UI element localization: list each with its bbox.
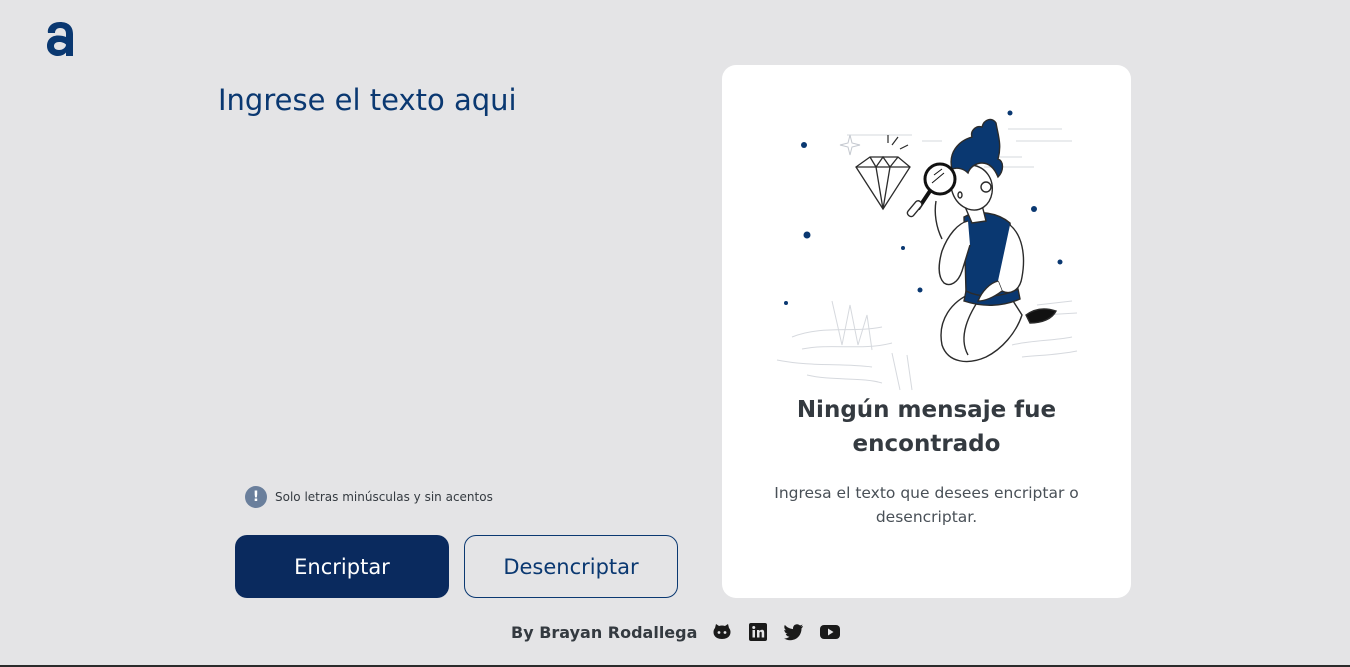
output-panel: Ningún mensaje fue encontrado Ingresa el…	[722, 65, 1131, 598]
input-hint: ! Solo letras minúsculas y sin acentos	[245, 486, 493, 508]
message-input[interactable]	[218, 80, 688, 460]
decrypt-button[interactable]: Desencriptar	[464, 535, 678, 598]
output-description: Ingresa el texto que desees encriptar o …	[774, 484, 1079, 526]
encrypt-button[interactable]: Encriptar	[235, 535, 449, 598]
exclamation-circle-icon: !	[245, 486, 267, 508]
person-with-magnifier-illustration	[776, 110, 1078, 391]
output-title: Ningún mensaje fue encontrado	[796, 397, 1057, 457]
footer: By Brayan Rodallega	[511, 618, 855, 646]
github-icon[interactable]	[711, 621, 733, 643]
author-credit: By Brayan Rodallega	[511, 622, 698, 642]
linkedin-icon[interactable]	[747, 621, 769, 643]
hint-text: Solo letras minúsculas y sin acentos	[275, 490, 493, 504]
youtube-icon[interactable]	[819, 621, 841, 643]
alura-logo-icon[interactable]	[44, 16, 76, 60]
twitter-icon[interactable]	[783, 621, 805, 643]
